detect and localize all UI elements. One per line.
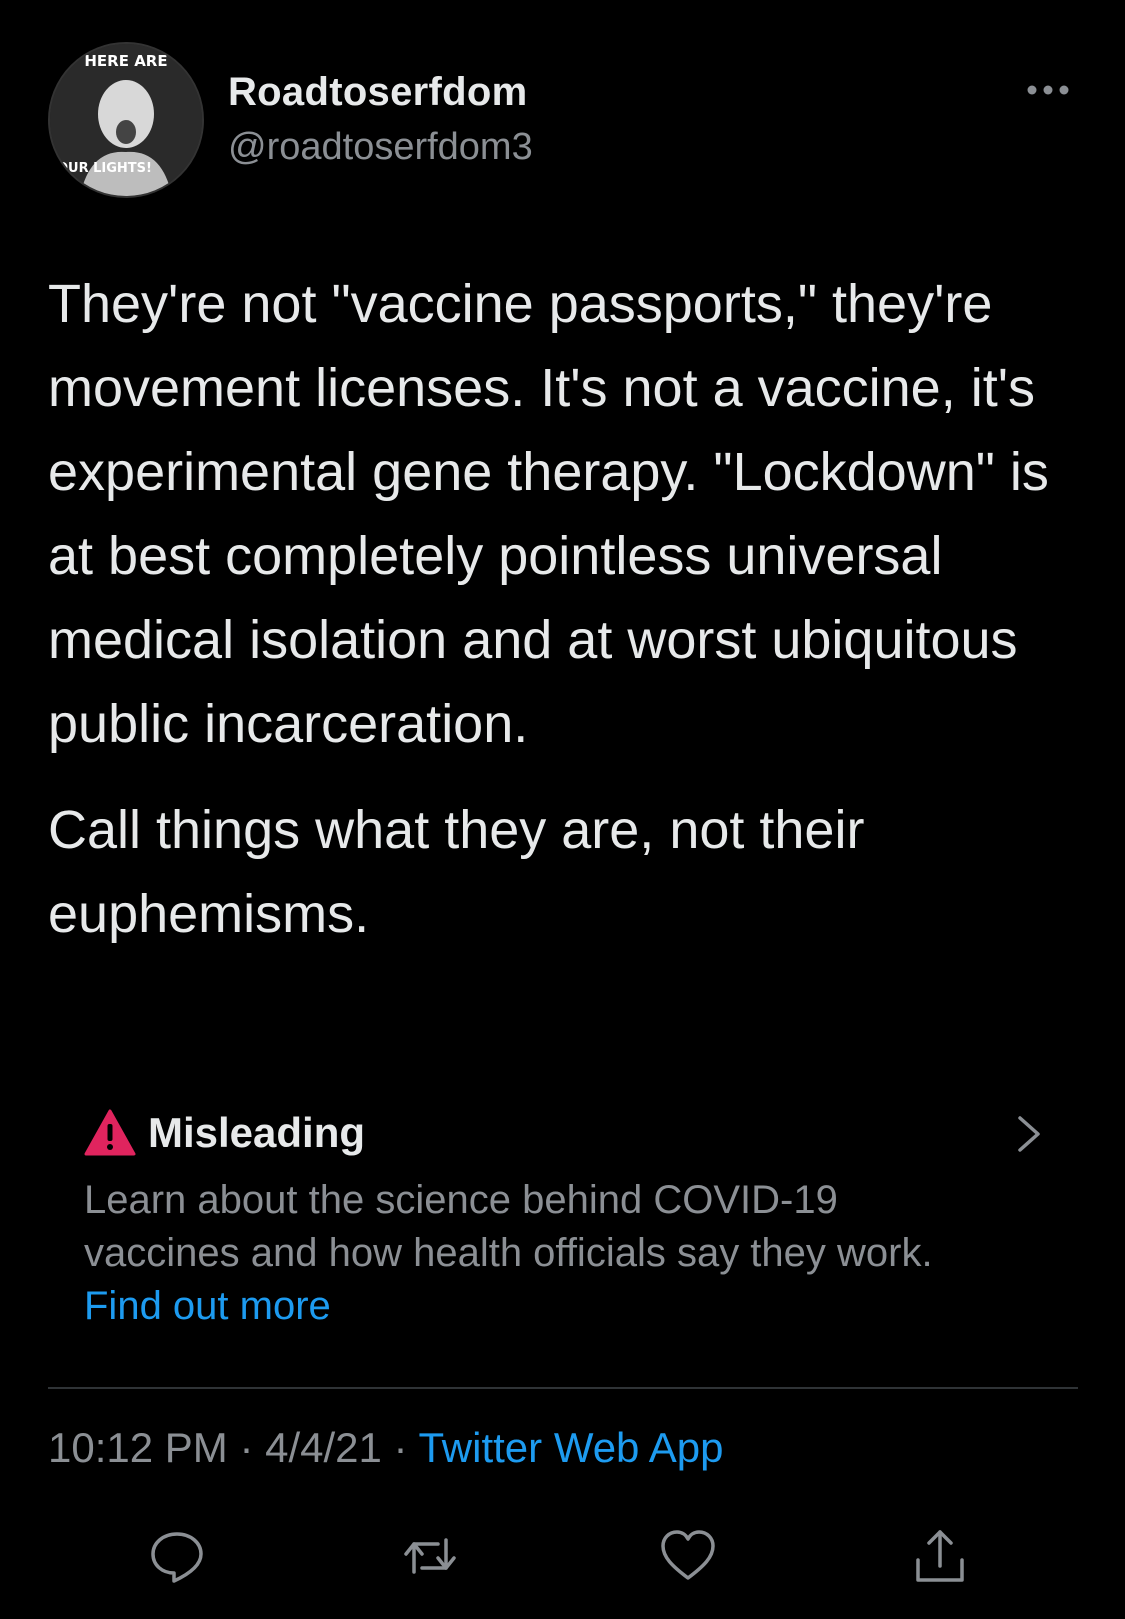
- display-name[interactable]: Roadtoserfdom: [228, 70, 527, 115]
- notice-body-text: Learn about the science behind COVID-19 …: [84, 1178, 933, 1275]
- share-icon[interactable]: [910, 1526, 970, 1586]
- tweet-paragraph: They're not "vaccine passports," they're…: [48, 274, 1049, 754]
- warning-triangle-icon: [84, 1109, 136, 1156]
- like-icon[interactable]: [658, 1526, 718, 1586]
- divider: [48, 1387, 1078, 1389]
- chevron-right-icon[interactable]: [1014, 1112, 1044, 1156]
- tweet-paragraph: Call things what they are, not their eup…: [48, 800, 865, 944]
- reply-icon[interactable]: [147, 1526, 207, 1586]
- tweet-meta: 10:12 PM · 4/4/21 · Twitter Web App: [48, 1424, 724, 1472]
- tweet-text: They're not "vaccine passports," they're…: [48, 262, 1088, 978]
- tweet-time[interactable]: 10:12 PM: [48, 1424, 228, 1471]
- user-handle[interactable]: @roadtoserfdom3: [228, 126, 533, 169]
- notice-body: Learn about the science behind COVID-19 …: [84, 1174, 964, 1333]
- action-bar: [0, 1526, 1125, 1586]
- tweet-header: HERE ARE FOUR LIGHTS! Roadtoserfdom @roa…: [48, 42, 1078, 202]
- notice-title: Misleading: [148, 1109, 366, 1156]
- retweet-icon[interactable]: [400, 1526, 460, 1586]
- avatar[interactable]: HERE ARE FOUR LIGHTS!: [48, 42, 204, 198]
- avatar-text-bottom: FOUR LIGHTS!: [50, 161, 152, 176]
- tweet-date[interactable]: 4/4/21: [265, 1424, 382, 1471]
- meta-separator: ·: [227, 1424, 266, 1471]
- tweet-source-link[interactable]: Twitter Web App: [418, 1424, 723, 1471]
- find-out-more-link[interactable]: Find out more: [84, 1284, 331, 1328]
- avatar-text-top: HERE ARE: [84, 52, 167, 70]
- meta-separator: ·: [381, 1424, 419, 1471]
- notice-title-row: Misleading: [84, 1108, 365, 1158]
- avatar-image: HERE ARE FOUR LIGHTS!: [50, 44, 202, 196]
- more-options-icon[interactable]: [1026, 80, 1070, 100]
- misleading-notice[interactable]: Misleading Learn about the science behin…: [84, 1108, 1044, 1338]
